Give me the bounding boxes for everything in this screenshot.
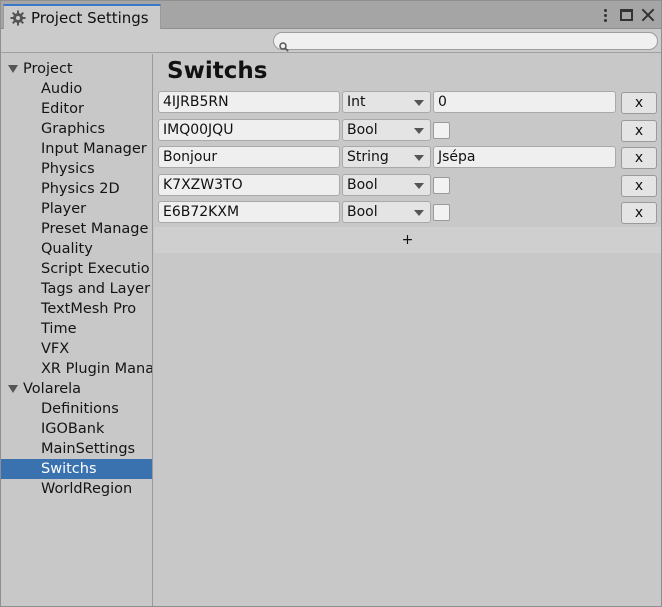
table-row: E6B72KXM Bool x <box>154 199 661 227</box>
tab-project-settings[interactable]: Project Settings <box>3 4 161 30</box>
switch-type-dropdown[interactable]: String <box>342 146 431 168</box>
switch-name-field[interactable]: K7XZW3TO <box>158 173 340 196</box>
gear-icon <box>10 10 26 26</box>
switch-type-value: String <box>347 149 389 165</box>
switch-value-field[interactable]: 0 <box>433 91 616 113</box>
tab-title: Project Settings <box>31 9 149 27</box>
chevron-down-icon <box>414 127 424 134</box>
sidebar-item-player[interactable]: Player <box>1 199 152 219</box>
switch-value-field[interactable]: Jsépa <box>433 146 616 168</box>
switch-name-field[interactable]: IMQ00JQU <box>158 118 340 141</box>
chevron-down-icon <box>414 210 424 216</box>
sidebar-item-time[interactable]: Time <box>1 319 152 339</box>
chevron-down-icon <box>414 182 424 189</box>
sidebar-item-igobank[interactable]: IGOBank <box>1 419 152 439</box>
kebab-menu-icon[interactable] <box>598 8 612 22</box>
switch-name-field[interactable]: E6B72KXM <box>158 201 340 223</box>
chevron-down-icon <box>414 155 424 161</box>
sidebar-item-editor[interactable]: Editor <box>1 99 152 119</box>
sidebar-item-script-execution[interactable]: Script Executio <box>1 259 152 279</box>
sidebar-item-definitions[interactable]: Definitions <box>1 399 152 419</box>
fold-arrow-icon[interactable] <box>8 65 18 73</box>
sidebar-item-quality[interactable]: Quality <box>1 239 152 259</box>
switch-name-field[interactable]: Bonjour <box>158 146 340 168</box>
switch-type-value: Bool <box>347 204 378 220</box>
sidebar-item-worldregion[interactable]: WorldRegion <box>1 479 152 499</box>
tree-group-volarela[interactable]: Volarela <box>1 379 152 399</box>
switch-value-checkbox[interactable] <box>433 204 450 221</box>
switch-name-field[interactable]: 4IJRB5RN <box>158 91 340 113</box>
tree-group-label: Volarela <box>23 381 82 397</box>
sidebar-item-switchs[interactable]: Switchs <box>1 459 152 479</box>
switch-type-value: Int <box>347 94 366 110</box>
close-icon[interactable] <box>641 8 655 22</box>
title-bar: Project Settings <box>1 1 661 30</box>
table-row: 4IJRB5RN Int 0 x <box>154 89 661 117</box>
remove-switch-button[interactable]: x <box>621 202 657 224</box>
switch-type-dropdown[interactable]: Bool <box>342 173 431 196</box>
remove-switch-button[interactable]: x <box>621 174 657 197</box>
sidebar-item-input-manager[interactable]: Input Manager <box>1 139 152 159</box>
switch-type-value: Bool <box>347 121 378 138</box>
sidebar-item-physics[interactable]: Physics <box>1 159 152 179</box>
switch-type-value: Bool <box>347 176 378 193</box>
sidebar-item-textmesh-pro[interactable]: TextMesh Pro <box>1 299 152 319</box>
project-settings-window: Project Settings Project Audio Editor Gr… <box>0 0 662 607</box>
switch-type-dropdown[interactable]: Bool <box>342 201 431 223</box>
remove-switch-button[interactable]: x <box>621 119 657 142</box>
switch-value-checkbox[interactable] <box>433 121 450 139</box>
tree-group-project[interactable]: Project <box>1 59 152 79</box>
table-row: IMQ00JQU Bool x <box>154 117 661 145</box>
maximize-icon[interactable] <box>620 9 633 21</box>
sidebar-item-mainsettings[interactable]: MainSettings <box>1 439 152 459</box>
switch-type-dropdown[interactable]: Bool <box>342 118 431 141</box>
add-switch-button[interactable]: + <box>154 227 661 253</box>
sidebar-item-tags-and-layers[interactable]: Tags and Layer <box>1 279 152 299</box>
tree-group-label: Project <box>23 61 73 77</box>
switch-list: 4IJRB5RN Int 0 x IMQ00JQU Bool x Bonjour <box>154 89 661 227</box>
settings-sidebar: Project Audio Editor Graphics Input Mana… <box>1 54 153 606</box>
settings-content: Switchs 4IJRB5RN Int 0 x IMQ00JQU Bool x <box>154 54 661 606</box>
search-input[interactable] <box>273 32 658 50</box>
remove-switch-button[interactable]: x <box>621 147 657 169</box>
fold-arrow-icon[interactable] <box>8 385 18 393</box>
sidebar-item-vfx[interactable]: VFX <box>1 339 152 359</box>
switch-value-checkbox[interactable] <box>433 176 450 194</box>
sidebar-item-xr-plugin-management[interactable]: XR Plugin Mana <box>1 359 152 379</box>
table-row: K7XZW3TO Bool x <box>154 172 661 200</box>
remove-switch-button[interactable]: x <box>621 92 657 114</box>
table-row: Bonjour String Jsépa x <box>154 144 661 172</box>
switch-type-dropdown[interactable]: Int <box>342 91 431 113</box>
sidebar-item-preset-manager[interactable]: Preset Manage <box>1 219 152 239</box>
window-controls <box>598 6 655 24</box>
sidebar-item-physics-2d[interactable]: Physics 2D <box>1 179 152 199</box>
search-bar <box>1 29 661 53</box>
sidebar-item-graphics[interactable]: Graphics <box>1 119 152 139</box>
page-title: Switchs <box>167 58 268 84</box>
chevron-down-icon <box>414 100 424 106</box>
sidebar-item-audio[interactable]: Audio <box>1 79 152 99</box>
search-icon <box>279 37 289 52</box>
